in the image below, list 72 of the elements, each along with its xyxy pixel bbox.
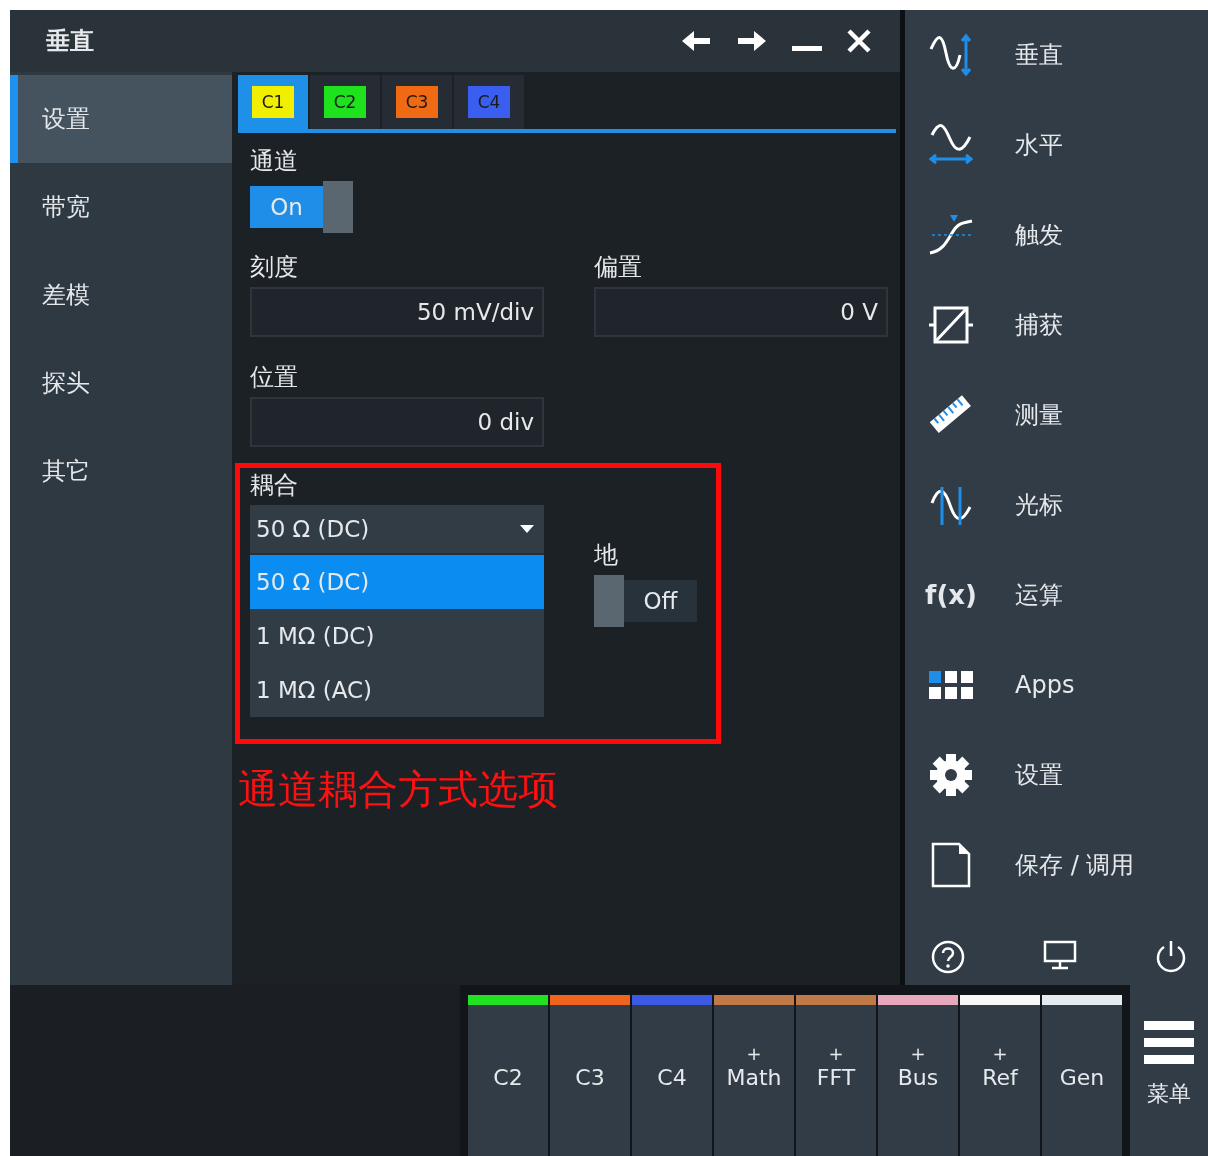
- settings-icon: [928, 752, 974, 798]
- field-label: 刻度: [250, 252, 299, 283]
- signal-button[interactable]: + Ref: [960, 995, 1040, 1156]
- signal-label: C2: [493, 1065, 523, 1090]
- channel-chip: C1: [252, 86, 294, 118]
- trigger-curve-icon: [928, 213, 974, 257]
- function-icon: f(x): [925, 580, 977, 610]
- annotation-caption: 通道耦合方式选项: [238, 765, 558, 814]
- sine-horizontal-arrow-icon: [928, 123, 974, 167]
- field-label: 通道: [250, 146, 299, 177]
- field-label: 耦合: [250, 470, 299, 501]
- channel-chip: C3: [396, 86, 438, 118]
- menu-button[interactable]: 菜单: [1130, 985, 1208, 1156]
- nav-item[interactable]: 其它: [10, 427, 232, 515]
- nav-item[interactable]: 探头: [10, 339, 232, 427]
- plus-sign: +: [992, 1043, 1008, 1065]
- field-label: 位置: [250, 362, 299, 393]
- channel-tab[interactable]: C1: [238, 75, 308, 129]
- help-icon[interactable]: [931, 940, 965, 974]
- channel-chip: C2: [324, 86, 366, 118]
- nav-item[interactable]: 设置: [10, 75, 232, 163]
- channel-chip: C4: [468, 86, 510, 118]
- toolbar-item[interactable]: 保存 / 调用: [905, 820, 1208, 910]
- toolbar-item[interactable]: f(x) 运算: [905, 550, 1208, 640]
- scale-field[interactable]: 50 mV/div: [250, 287, 544, 337]
- toolbar-item[interactable]: 垂直: [905, 10, 1208, 100]
- plus-sign: +: [746, 1043, 762, 1065]
- signal-label: Math: [726, 1065, 782, 1090]
- menu-icon: [1144, 1021, 1194, 1065]
- signal-label: C3: [575, 1065, 605, 1090]
- signal-button[interactable]: C3: [550, 995, 630, 1156]
- signal-button[interactable]: + Bus: [878, 995, 958, 1156]
- back-arrow-icon[interactable]: [680, 29, 712, 53]
- menu-label: 菜单: [1147, 1080, 1191, 1108]
- dialog-title: 垂直: [46, 26, 95, 57]
- signal-button[interactable]: C4: [632, 995, 712, 1156]
- dropdown-option[interactable]: 1 MΩ (AC): [250, 663, 544, 717]
- monitor-icon[interactable]: [1042, 940, 1077, 970]
- channel-tab[interactable]: C3: [382, 75, 452, 129]
- plus-sign: +: [910, 1043, 926, 1065]
- channel-tab[interactable]: C2: [310, 75, 380, 129]
- toolbar-item[interactable]: 光标: [905, 460, 1208, 550]
- offset-field[interactable]: 0 V: [594, 287, 888, 337]
- nav-item[interactable]: 差模: [10, 251, 232, 339]
- signal-button[interactable]: Gen: [1042, 995, 1122, 1156]
- toolbar-item[interactable]: 水平: [905, 100, 1208, 190]
- signal-button[interactable]: + Math: [714, 995, 794, 1156]
- power-icon[interactable]: [1154, 940, 1188, 974]
- dropdown-option[interactable]: 1 MΩ (DC): [250, 609, 544, 663]
- toolbar-item[interactable]: 设置: [905, 730, 1208, 820]
- signal-label: Gen: [1059, 1065, 1105, 1090]
- signal-button[interactable]: C2: [468, 995, 548, 1156]
- plus-sign: +: [828, 1043, 844, 1065]
- toolbar-item[interactable]: 触发: [905, 190, 1208, 280]
- nav-item[interactable]: 带宽: [10, 163, 232, 251]
- forward-arrow-icon[interactable]: [736, 29, 768, 53]
- field-label: 偏置: [594, 252, 643, 283]
- position-field[interactable]: 0 div: [250, 397, 544, 447]
- document-icon: [931, 842, 971, 888]
- toolbar-item[interactable]: Apps: [905, 640, 1208, 730]
- close-icon[interactable]: [846, 28, 872, 54]
- toolbar-item[interactable]: 测量: [905, 370, 1208, 460]
- caret-icon: [520, 525, 534, 533]
- signal-label: Bus: [897, 1065, 939, 1090]
- field-label: 地: [594, 540, 619, 571]
- signal-label: FFT: [816, 1065, 856, 1090]
- signal-label: C4: [657, 1065, 687, 1090]
- signal-button[interactable]: + FFT: [796, 995, 876, 1156]
- signal-label: Ref: [982, 1065, 1018, 1090]
- apps-grid-icon: [928, 670, 974, 700]
- sine-vertical-arrow-icon: [928, 33, 974, 77]
- toolbar-item[interactable]: 捕获: [905, 280, 1208, 370]
